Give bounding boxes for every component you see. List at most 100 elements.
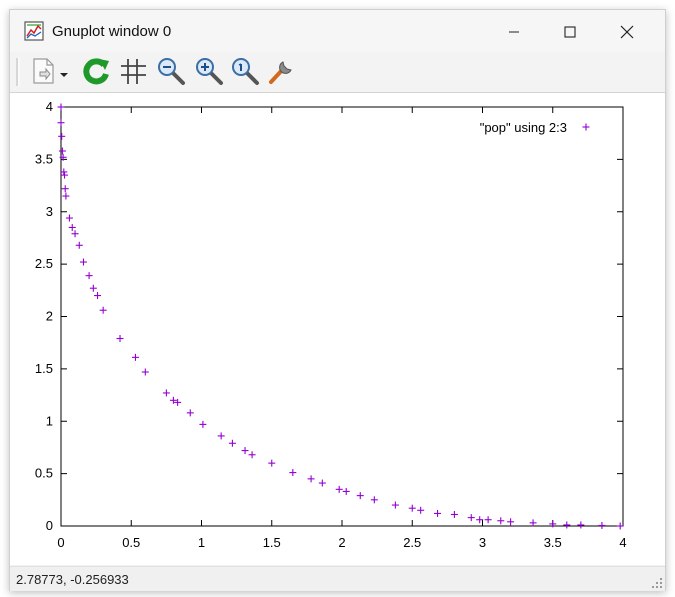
data-point (71, 230, 79, 238)
copy-button[interactable] (28, 56, 58, 86)
y-tick-label: 1.5 (35, 361, 53, 376)
data-point (268, 459, 276, 467)
y-tick-label: 4 (46, 99, 53, 114)
data-point (141, 368, 149, 376)
plot-border (60, 106, 624, 527)
data-points (57, 103, 624, 530)
plot-area[interactable]: 0 0.5 1 1.5 2 2.5 3 3.5 4 0 0.5 1 1.5 2 2.5 3 3.5 4 "pop… (10, 93, 665, 565)
data-point (417, 506, 425, 514)
y-tick-label: 3 (46, 204, 53, 219)
zoom-out-button[interactable] (156, 56, 186, 86)
x-tick: 3 (479, 107, 486, 550)
data-point (57, 119, 65, 127)
data-point (68, 223, 76, 231)
x-tick: 3.5 (544, 107, 562, 550)
grid-icon (121, 59, 146, 84)
data-point (529, 519, 537, 527)
plot-canvas[interactable]: 0 0.5 1 1.5 2 2.5 3 3.5 4 0 0.5 1 1.5 2 2.5 3 3.5 4 "pop… (10, 93, 665, 565)
x-tick-label: 1.5 (263, 535, 281, 550)
data-point (497, 517, 505, 525)
resize-grip-icon[interactable] (651, 577, 663, 589)
data-point (356, 492, 364, 500)
y-tick: 1.5 (35, 361, 623, 376)
maximize-button[interactable] (547, 18, 593, 46)
y-tick-label: 0.5 (35, 466, 53, 481)
close-icon (620, 25, 634, 39)
zoom-autoscale-button[interactable] (230, 56, 260, 86)
data-point (248, 451, 256, 459)
y-tick: 2.5 (35, 256, 623, 271)
close-button[interactable] (604, 18, 650, 46)
data-point (199, 420, 207, 428)
toolbar (10, 52, 665, 93)
window-title: Gnuplot window 0 (52, 23, 172, 40)
gnuplot-app-icon (24, 21, 44, 41)
data-point (434, 509, 442, 517)
data-point (217, 432, 225, 440)
replot-icon (83, 58, 109, 85)
data-point (307, 475, 315, 483)
y-tick: 2 (46, 309, 623, 324)
data-point (58, 147, 66, 155)
data-point (99, 306, 107, 314)
data-point (484, 516, 492, 524)
x-tick-label: 4 (619, 535, 626, 550)
data-point (79, 258, 87, 266)
maximize-icon (564, 26, 576, 38)
options-button[interactable] (266, 56, 296, 86)
y-tick-label: 0 (46, 518, 53, 533)
data-point (62, 192, 70, 200)
data-point (598, 521, 606, 529)
data-point (241, 447, 249, 455)
data-point (289, 469, 297, 477)
data-point (65, 214, 73, 222)
x-tick-label: 0.5 (122, 535, 140, 550)
copy-icon (33, 58, 54, 84)
data-point (89, 284, 97, 292)
data-point (370, 496, 378, 504)
data-point (467, 514, 475, 522)
options-wrench-icon (269, 61, 292, 84)
gnuplot-window: Gnuplot window 0 0 0.5 1 1.5 2 2.5 3 3.5… (9, 9, 666, 591)
zoom-in-icon (196, 58, 223, 85)
x-tick: 1.5 (263, 107, 281, 550)
data-point (391, 501, 399, 509)
x-axis-ticks: 0 0.5 1 1.5 2 2.5 3 3.5 4 (57, 107, 627, 550)
x-tick: 0.5 (122, 107, 140, 550)
data-point (162, 389, 170, 397)
data-point (577, 521, 585, 529)
grid-button[interactable] (118, 56, 148, 86)
data-point (563, 521, 571, 529)
zoom-out-icon (158, 58, 185, 85)
x-tick-label: 0 (57, 535, 64, 550)
zoom-in-button[interactable] (194, 56, 224, 86)
data-point (75, 241, 83, 249)
data-point (116, 334, 124, 342)
x-tick-label: 3 (479, 535, 486, 550)
y-tick-label: 3.5 (35, 151, 53, 166)
y-tick-label: 2 (46, 309, 53, 324)
title-bar[interactable]: Gnuplot window 0 (10, 10, 665, 52)
data-point (342, 487, 350, 495)
x-tick-label: 2.5 (403, 535, 421, 550)
dropdown-arrow-icon (60, 73, 68, 77)
data-point (450, 510, 458, 518)
status-bar: 2.78773, -0.256933 (10, 566, 665, 591)
data-point (318, 479, 326, 487)
x-tick-label: 2 (338, 535, 345, 550)
x-tick-label: 1 (198, 535, 205, 550)
replot-button[interactable] (82, 56, 112, 86)
x-tick: 2.5 (403, 107, 421, 550)
minimize-button[interactable] (491, 18, 537, 46)
x-tick-label: 3.5 (544, 535, 562, 550)
zoom-autoscale-icon (232, 58, 259, 85)
data-point (57, 103, 65, 111)
data-point (228, 439, 236, 447)
data-point (61, 185, 69, 193)
data-point (58, 132, 66, 140)
legend-label: "pop" using 2:3 (480, 120, 567, 135)
legend-marker (582, 123, 590, 131)
cursor-coordinates: 2.78773, -0.256933 (16, 572, 129, 587)
copy-dropdown-button[interactable] (58, 56, 70, 86)
y-tick: 1 (46, 413, 623, 428)
